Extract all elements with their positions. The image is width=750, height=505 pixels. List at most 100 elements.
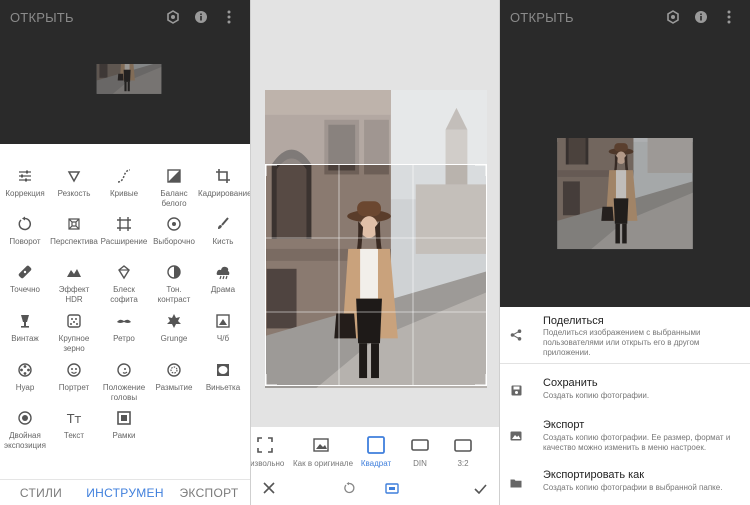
tool-rotate[interactable]: Поворот <box>0 214 50 247</box>
tools-grid: Коррекция Резкость Кривые Баланс белого Кадр… <box>0 144 250 479</box>
tool-blur[interactable]: Размытие <box>149 360 199 393</box>
tool-label: Расширение <box>100 237 148 246</box>
original-icon <box>293 433 349 457</box>
photo-preview <box>509 138 741 307</box>
tool-vintage[interactable]: Винтаж <box>0 311 50 344</box>
tool-label: Grunge <box>160 334 188 343</box>
tool-frames[interactable]: Рамки <box>99 408 149 441</box>
tool-label: Резкость <box>57 189 91 198</box>
tool-label: Кадрирование <box>198 189 250 198</box>
tool-label: Драма <box>210 285 236 294</box>
tool-triangle-down[interactable]: Резкость <box>49 166 99 199</box>
bw-icon <box>198 311 248 331</box>
glamour-icon <box>99 262 149 282</box>
svg-text:Tт: Tт <box>66 412 81 426</box>
perspective-icon <box>49 214 99 234</box>
crop-aspect-bar: оизвольно Как в оригинале Квадрат DIN 3:… <box>251 427 499 475</box>
tool-vignette[interactable]: Виньетка <box>198 360 248 393</box>
save-desc: Создать копию фотографии. <box>543 391 650 400</box>
aspect-ratio-icon[interactable] <box>385 481 399 499</box>
tool-label: Кривые <box>109 189 139 198</box>
tool-label: Перспектива <box>50 237 98 246</box>
tool-grunge[interactable]: Grunge <box>149 311 199 344</box>
looks-icon[interactable] <box>162 6 184 28</box>
healing-icon <box>0 262 50 282</box>
open-button[interactable]: ОТКРЫТЬ <box>10 10 156 25</box>
tool-label: Размытие <box>155 383 193 392</box>
save-item[interactable]: Сохранить Создать копию фотографии. <box>500 371 750 409</box>
tool-retro[interactable]: Ретро <box>99 311 149 344</box>
tool-drama[interactable]: Драма <box>198 262 248 295</box>
tool-expand[interactable]: Расширение <box>99 214 149 247</box>
crop-option-original[interactable]: Как в оригинале <box>293 433 353 468</box>
tool-bw[interactable]: Ч/б <box>198 311 248 344</box>
share-item[interactable]: Поделиться Поделиться изображением с выб… <box>500 307 750 361</box>
rotate-reset-icon[interactable] <box>343 481 355 499</box>
export-desc: Создать копию фотографии. Ее размер, фор… <box>543 433 731 452</box>
tool-sliders[interactable]: Коррекция <box>0 166 50 199</box>
more-menu-icon[interactable] <box>718 6 740 28</box>
tool-head-pose[interactable]: Положение головы <box>99 360 149 402</box>
selective-icon <box>149 214 199 234</box>
crop-option-3-2[interactable]: 3:2 <box>435 433 491 468</box>
export-sheet: Поделиться Поделиться изображением с выб… <box>500 307 750 505</box>
curves-icon <box>99 166 149 186</box>
tool-grain[interactable]: Крупное зерно <box>49 311 99 353</box>
crop-option-free[interactable]: оизвольно <box>251 433 293 468</box>
top-bar: ОТКРЫТЬ <box>0 0 250 34</box>
apply-check-icon[interactable] <box>474 481 487 499</box>
crop-mask-top <box>265 90 487 164</box>
portrait-icon <box>49 360 99 380</box>
tab-export[interactable]: ЭКСПОРТ <box>168 486 250 500</box>
bottom-tabs: СТИЛИ ИНСТРУМЕН ЭКСПОРТ <box>0 479 250 505</box>
open-button[interactable]: ОТКРЫТЬ <box>510 10 656 25</box>
noir-icon <box>0 360 50 380</box>
crop-frame[interactable] <box>265 164 487 386</box>
tool-white-balance[interactable]: Баланс белого <box>149 166 199 208</box>
export-screen: ОТКРЫТЬ Поделиться Поделиться изображени… <box>500 0 750 505</box>
rotate-icon <box>0 214 50 234</box>
tool-perspective[interactable]: Перспектива <box>49 214 99 247</box>
expand-icon <box>99 214 149 234</box>
info-icon[interactable] <box>690 6 712 28</box>
crop-icon <box>198 166 248 186</box>
brush-icon <box>198 214 248 234</box>
more-menu-icon[interactable] <box>218 6 240 28</box>
tool-crop[interactable]: Кадрирование <box>198 166 250 199</box>
tool-glamour[interactable]: Блеск софита <box>99 262 149 304</box>
cancel-icon[interactable] <box>263 481 275 499</box>
save-icon <box>508 382 524 398</box>
info-icon[interactable] <box>190 6 212 28</box>
export-as-item[interactable]: Экспортировать как Создать копию фотогра… <box>500 467 750 505</box>
tool-label: Ретро <box>113 334 135 343</box>
tool-label: Эффект HDR <box>58 285 90 304</box>
photo-preview <box>8 64 250 144</box>
tool-text[interactable]: Tт Текст <box>49 408 99 441</box>
free-crop-icon <box>251 433 293 457</box>
tool-portrait[interactable]: Портрет <box>49 360 99 393</box>
tool-healing[interactable]: Точечно <box>0 262 50 295</box>
tool-selective[interactable]: Выборочно <box>149 214 199 247</box>
tool-label: Точечно <box>10 285 40 294</box>
looks-icon[interactable] <box>662 6 684 28</box>
tool-noir[interactable]: Нуар <box>0 360 50 393</box>
tab-styles[interactable]: СТИЛИ <box>0 486 82 500</box>
export-item[interactable]: Экспорт Создать копию фотографии. Ее раз… <box>500 415 750 463</box>
export-title: Экспорт <box>543 419 585 431</box>
vintage-icon <box>0 311 50 331</box>
retro-icon <box>99 311 149 331</box>
tab-tools[interactable]: ИНСТРУМЕН <box>82 486 168 500</box>
tool-brush[interactable]: Кисть <box>198 214 248 247</box>
tool-curves[interactable]: Кривые <box>99 166 149 199</box>
hdr-icon <box>49 262 99 282</box>
save-title: Сохранить <box>543 377 598 389</box>
tool-double-exposure[interactable]: Двойная экспозиция <box>0 408 50 450</box>
blur-icon <box>149 360 199 380</box>
crop-screen: оизвольно Как в оригинале Квадрат DIN 3:… <box>251 0 499 505</box>
ratio-icon <box>435 433 491 457</box>
tool-hdr[interactable]: Эффект HDR <box>49 262 99 304</box>
tool-label: Выборочно <box>153 237 195 246</box>
tool-tonal[interactable]: Тон. контраст <box>149 262 199 304</box>
head-pose-icon <box>99 360 149 380</box>
export-as-title: Экспортировать как <box>543 469 645 481</box>
